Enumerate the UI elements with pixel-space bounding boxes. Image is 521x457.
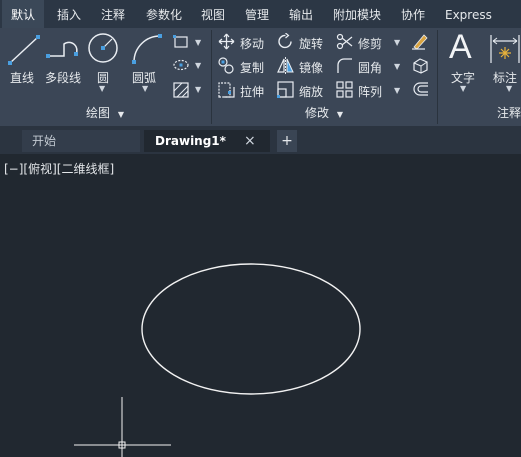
- circle-dropdown-icon[interactable]: ▼: [99, 84, 105, 93]
- rotate-label[interactable]: 旋转: [299, 35, 323, 52]
- draw-panel-title-text: 绘图: [86, 106, 111, 120]
- rotate-icon[interactable]: [277, 33, 294, 50]
- scale-icon[interactable]: [277, 81, 294, 98]
- array-label[interactable]: 阵列: [358, 83, 382, 100]
- array-dropdown-icon[interactable]: ▼: [394, 86, 400, 95]
- polyline-label[interactable]: 多段线: [45, 69, 81, 86]
- ribbon-tab-bar: 默认 插入 注释 参数化 视图 管理 输出 附加模块 协作 Express To…: [0, 0, 521, 52]
- trim-dropdown-icon[interactable]: ▼: [394, 38, 400, 47]
- dimension-icon[interactable]: [489, 33, 521, 65]
- fillet-dropdown-icon[interactable]: ▼: [394, 62, 400, 71]
- tab-default[interactable]: 默认: [2, 0, 44, 28]
- modify-panel-title[interactable]: 修改 ▼: [305, 104, 343, 124]
- tab-start[interactable]: 开始: [22, 130, 140, 152]
- array-icon[interactable]: [336, 81, 353, 98]
- arc-dropdown-icon[interactable]: ▼: [142, 84, 148, 93]
- explode-icon[interactable]: [411, 57, 429, 74]
- rectangle-dropdown-icon[interactable]: ▼: [195, 38, 201, 47]
- tab-collaborate[interactable]: 协作: [401, 0, 425, 28]
- scale-label[interactable]: 缩放: [299, 83, 323, 100]
- trim-icon[interactable]: [336, 33, 353, 50]
- tab-start-label: 开始: [32, 134, 57, 148]
- draw-panel-expand-icon: ▼: [117, 110, 124, 119]
- dimension-dropdown-icon[interactable]: ▼: [506, 84, 512, 93]
- tab-view[interactable]: 视图: [201, 0, 225, 28]
- text-dropdown-icon[interactable]: ▼: [460, 84, 466, 93]
- annotation-panel-title-text: 注释: [497, 106, 521, 120]
- draw-panel-title[interactable]: 绘图 ▼: [86, 104, 124, 124]
- tab-addins[interactable]: 附加模块: [333, 0, 381, 28]
- fillet-label[interactable]: 圆角: [358, 59, 382, 76]
- ellipse-dropdown-icon[interactable]: ▼: [195, 61, 201, 70]
- dimension-label[interactable]: 标注: [493, 69, 517, 86]
- copy-label[interactable]: 复制: [240, 59, 264, 76]
- stretch-icon[interactable]: [218, 81, 235, 98]
- panel-divider: [211, 30, 212, 124]
- erase-icon[interactable]: [411, 32, 429, 50]
- arc-icon[interactable]: [130, 32, 166, 66]
- close-tab-icon[interactable]: ×: [244, 130, 256, 152]
- modify-panel-title-text: 修改: [305, 106, 330, 120]
- tab-annotate[interactable]: 注释: [101, 0, 125, 28]
- panel-divider: [437, 30, 438, 124]
- copy-icon[interactable]: [218, 57, 235, 74]
- annotation-panel-title[interactable]: 注释: [497, 104, 521, 124]
- move-label[interactable]: 移动: [240, 35, 264, 52]
- ellipse-shape[interactable]: [141, 263, 361, 395]
- hatch-dropdown-icon[interactable]: ▼: [195, 85, 201, 94]
- tab-drawing-label: Drawing1*: [155, 134, 226, 148]
- text-icon[interactable]: A: [449, 28, 472, 67]
- new-tab-button[interactable]: +: [277, 130, 297, 152]
- mirror-icon[interactable]: [277, 57, 294, 74]
- move-icon[interactable]: [218, 33, 235, 50]
- line-icon[interactable]: [7, 33, 41, 67]
- drawing-area[interactable]: [0, 154, 521, 457]
- circle-icon[interactable]: [86, 31, 120, 65]
- tab-parametric[interactable]: 参数化: [146, 0, 182, 28]
- tab-drawing[interactable]: Drawing1* ×: [144, 130, 270, 152]
- tab-manage[interactable]: 管理: [245, 0, 269, 28]
- rectangle-icon[interactable]: [173, 35, 189, 49]
- ellipse-icon[interactable]: [172, 58, 190, 72]
- tab-insert[interactable]: 插入: [57, 0, 81, 28]
- mirror-label[interactable]: 镜像: [299, 59, 323, 76]
- stretch-label[interactable]: 拉伸: [240, 83, 264, 100]
- crosshair-cursor-icon: [74, 397, 171, 457]
- trim-label[interactable]: 修剪: [358, 35, 382, 52]
- offset-icon[interactable]: [412, 81, 429, 98]
- tab-output[interactable]: 输出: [289, 0, 313, 28]
- modify-panel-expand-icon: ▼: [336, 110, 343, 119]
- line-label[interactable]: 直线: [10, 69, 34, 86]
- fillet-icon[interactable]: [336, 57, 353, 74]
- tab-express-tools[interactable]: Express Tools: [445, 0, 521, 52]
- hatch-icon[interactable]: [173, 82, 189, 98]
- polyline-icon[interactable]: [46, 34, 82, 66]
